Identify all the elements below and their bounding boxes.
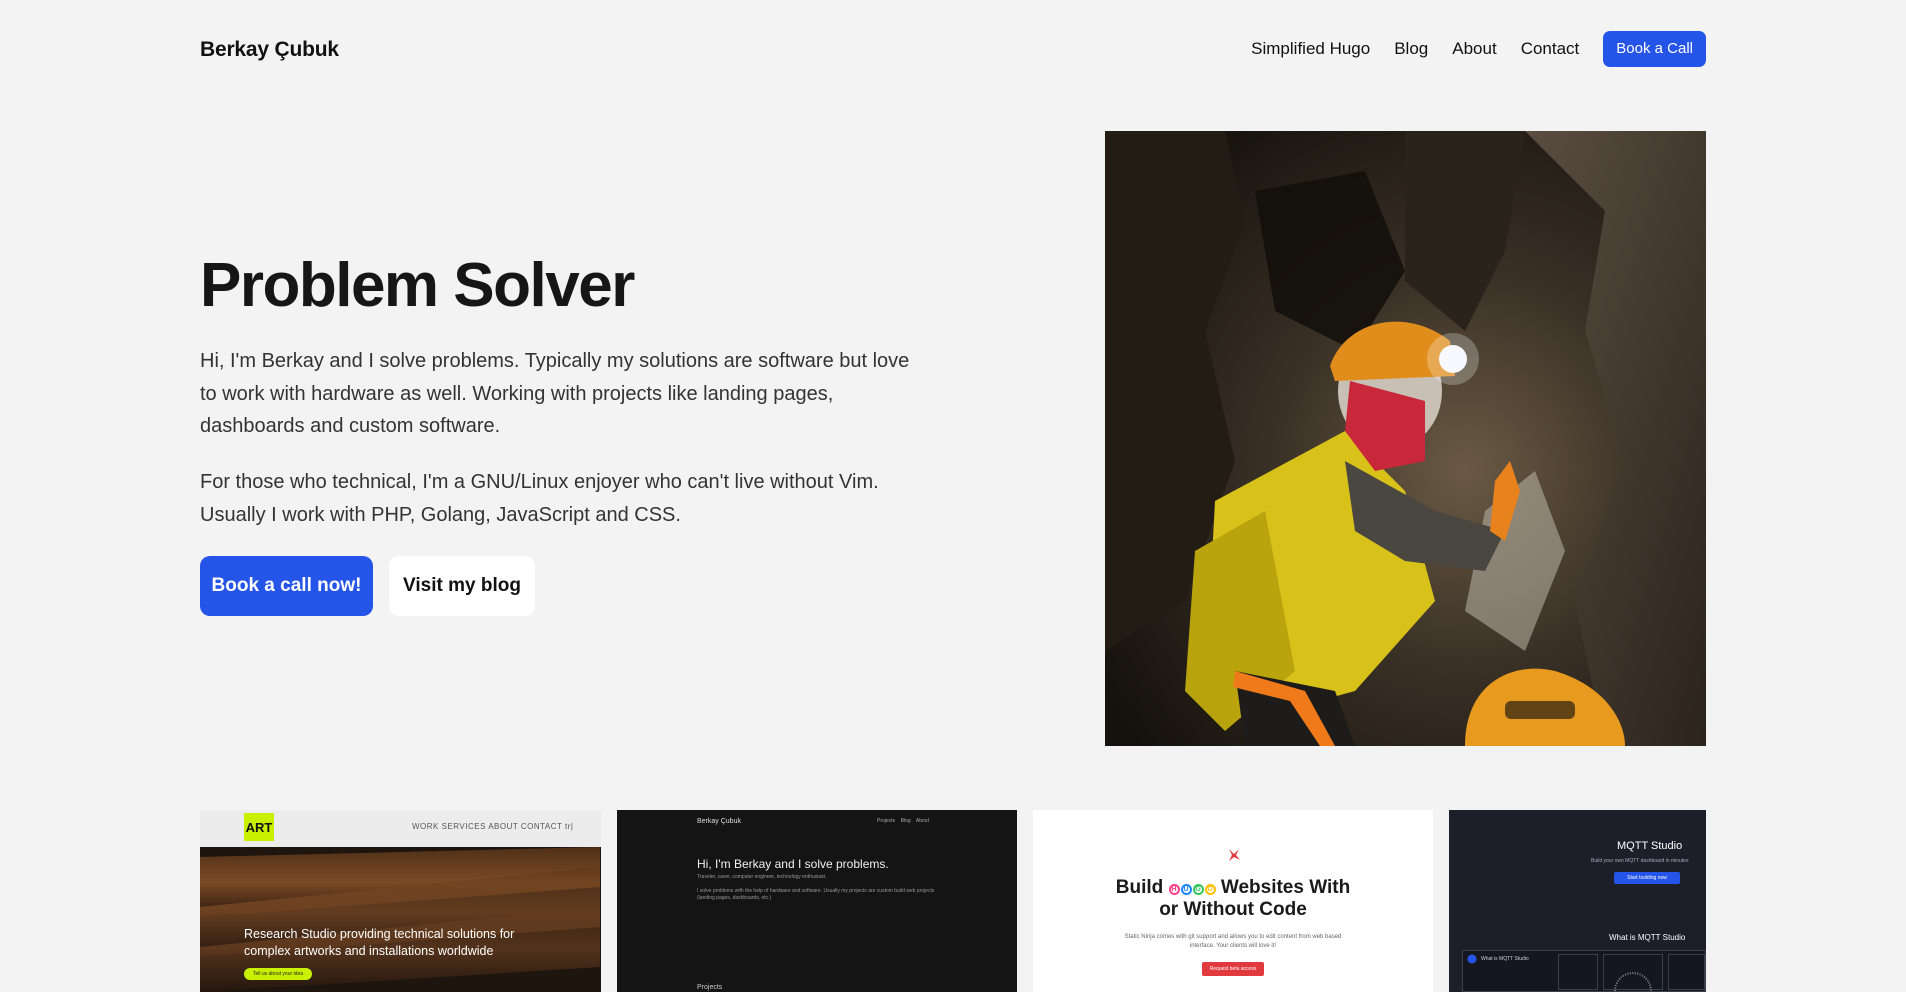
hugo-letter-u: U xyxy=(1180,884,1192,895)
ninja-star-icon xyxy=(1229,849,1240,861)
hugo-logo: H U G O xyxy=(1168,884,1216,895)
nav-link-simplified-hugo[interactable]: Simplified Hugo xyxy=(1251,39,1370,59)
hugo-letter-o: O xyxy=(1204,884,1216,895)
art-logo: ART xyxy=(244,813,274,841)
hugo-title-line2: or Without Code xyxy=(1159,899,1307,920)
book-call-now-button[interactable]: Book a call now! xyxy=(200,556,373,616)
mqtt-subtitle: Build your own MQTT dashboard in minutes xyxy=(1591,858,1689,864)
site-brand[interactable]: Berkay Çubuk xyxy=(200,38,339,62)
mqtt-panel-label: What is MQTT Studio xyxy=(1481,956,1529,962)
hero-intro-paragraph: Hi, I'm Berkay and I solve problems. Typ… xyxy=(200,350,910,437)
art-nav: WORK SERVICES ABOUT CONTACT tr| xyxy=(412,822,574,831)
visit-blog-button[interactable]: Visit my blog xyxy=(389,556,535,616)
hugo-title: Build H U G O Websites With or Without C… xyxy=(1033,877,1433,921)
personal-subtitle: Traveler, caver, computer engineer, tech… xyxy=(697,874,827,880)
nav-link-blog[interactable]: Blog xyxy=(1394,39,1428,59)
project-card-personal-site[interactable]: Berkay Çubuk Projects Blog About Hi, I'm… xyxy=(617,810,1017,992)
nav-link-contact[interactable]: Contact xyxy=(1521,39,1580,59)
book-a-call-button[interactable]: Book a Call xyxy=(1603,31,1706,67)
hugo-title-pre: Build xyxy=(1115,877,1164,898)
hero-tech-paragraph: For those who technical, I'm a GNU/Linux… xyxy=(200,471,879,526)
art-cta-button[interactable]: Tell us about your idea xyxy=(244,968,312,980)
main-nav: Simplified Hugo Blog About Contact Book … xyxy=(1227,31,1706,67)
personal-brand: Berkay Çubuk xyxy=(697,818,741,825)
page: Berkay Çubuk Simplified Hugo Blog About … xyxy=(0,0,1906,992)
mqtt-start-button[interactable]: Start building now xyxy=(1614,872,1680,884)
hugo-subtitle: Static Ninja comes with git support and … xyxy=(1124,934,1342,949)
personal-nav: Projects Blog About xyxy=(877,818,929,824)
project-card-mqtt-studio[interactable]: MQTT Studio Build your own MQTT dashboar… xyxy=(1449,810,1706,992)
hero-title: Problem Solver xyxy=(200,251,635,320)
art-headline: Research Studio providing technical solu… xyxy=(244,927,515,958)
personal-heading: Hi, I'm Berkay and I solve problems. xyxy=(697,857,889,871)
mqtt-dashboard-preview: What is MQTT Studio xyxy=(1462,950,1706,992)
hugo-letter-g: G xyxy=(1192,884,1204,895)
project-card-art-studio[interactable]: ART WORK SERVICES ABOUT CONTACT tr| Rese… xyxy=(200,810,601,992)
mqtt-gauge-icon xyxy=(1614,972,1652,991)
hugo-letter-h: H xyxy=(1168,884,1180,895)
project-card-static-ninja[interactable]: Build H U G O Websites With or Without C… xyxy=(1033,810,1433,992)
nav-link-about[interactable]: About xyxy=(1452,39,1496,59)
personal-body: I solve problems with the help of hardwa… xyxy=(697,888,935,901)
hero-photo-caving xyxy=(1105,131,1706,746)
mqtt-section-title: What is MQTT Studio xyxy=(1609,933,1686,942)
request-beta-button[interactable]: Request beta access xyxy=(1202,962,1264,976)
mqtt-logo-icon xyxy=(1467,954,1477,964)
mqtt-title: MQTT Studio xyxy=(1617,840,1683,852)
hugo-title-post: Websites With xyxy=(1220,877,1351,898)
personal-projects-heading: Projects xyxy=(697,984,723,991)
